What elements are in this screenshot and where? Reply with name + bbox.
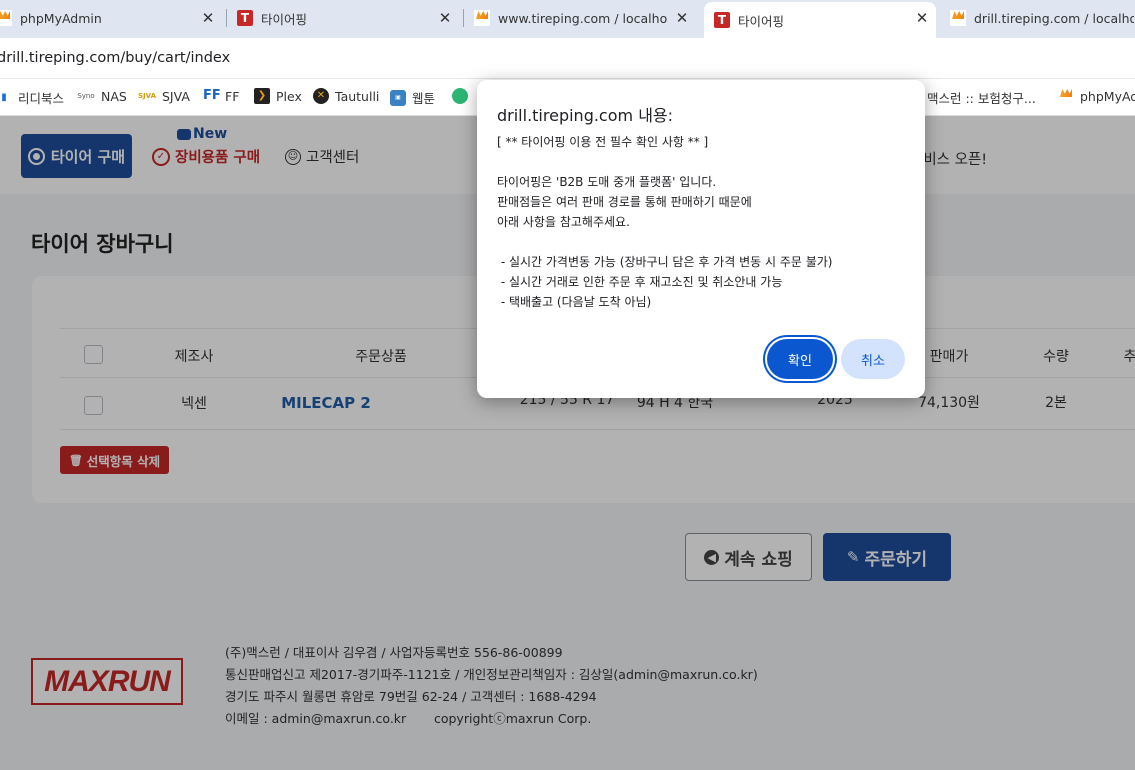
bookmark-label: Plex: [276, 88, 302, 104]
phpmyadmin-icon: [474, 10, 490, 26]
tab-title: drill.tireping.com / localhost /: [974, 10, 1134, 26]
tab-title: phpMyAdmin: [20, 10, 102, 26]
close-icon[interactable]: ✕: [914, 10, 930, 26]
tab-title: www.tireping.com / localhost /: [498, 10, 668, 26]
phpmyadmin-icon: [0, 10, 12, 26]
phpmyadmin-icon: [1058, 88, 1074, 104]
tab-tireping-active[interactable]: T 타이어핑 ✕: [704, 2, 936, 38]
tireping-icon: T: [714, 12, 730, 28]
bookmark-icon: [452, 88, 468, 104]
synology-icon: Syno: [77, 92, 95, 100]
close-icon[interactable]: ✕: [437, 10, 453, 26]
tab-phpmyadmin-2[interactable]: www.tireping.com / localhost / ✕: [474, 0, 696, 36]
bookmark-plex[interactable]: ❯ Plex: [254, 88, 302, 104]
bookmark-label: phpMyAdmin: [1080, 88, 1135, 104]
address-bar[interactable]: drill.tireping.com/buy/cart/index: [0, 38, 1135, 79]
bookmark-label: Tautulli: [335, 88, 380, 104]
close-icon[interactable]: ✕: [200, 10, 216, 26]
bookmark-green[interactable]: [452, 88, 474, 104]
bookmark-label: NAS: [101, 88, 127, 104]
bookmark-webtoon[interactable]: ▣ 웹툰: [390, 88, 435, 107]
dialog-ok-button[interactable]: 확인: [767, 339, 833, 379]
phpmyadmin-icon: [950, 10, 966, 26]
url-text[interactable]: drill.tireping.com/buy/cart/index: [0, 50, 230, 66]
dialog-title: drill.tireping.com 내용:: [497, 106, 674, 125]
bookmark-label: SJVA: [162, 88, 190, 104]
tab-separator: [226, 9, 227, 27]
webtoon-icon: ▣: [390, 89, 406, 106]
bookmark-label: 리디북스: [18, 91, 65, 106]
dialog-message: [ ** 타이어핑 이용 전 필수 확인 사항 ** ] 타이어핑은 'B2B …: [497, 135, 833, 309]
alert-dialog: drill.tireping.com 내용: [ ** 타이어핑 이용 전 필수…: [477, 80, 925, 398]
tab-phpmyadmin-1[interactable]: phpMyAdmin ✕: [0, 0, 222, 36]
tab-phpmyadmin-3[interactable]: drill.tireping.com / localhost /: [950, 0, 1135, 36]
bookmark-tautulli[interactable]: ✕ Tautulli: [313, 88, 379, 104]
ff-icon: FF: [203, 88, 221, 103]
tab-separator: [463, 9, 464, 27]
bookmark-label: 맥스런 :: 보험청구...: [927, 91, 1036, 106]
tireping-icon: T: [237, 10, 253, 26]
bookmark-label: FF: [225, 88, 240, 104]
tautulli-icon: ✕: [313, 88, 329, 104]
bookmark-label: 웹툰: [412, 91, 436, 106]
browser-tab-strip: phpMyAdmin ✕ T 타이어핑 ✕ www.tireping.com /…: [0, 0, 1135, 38]
bookmark-ridibooks[interactable]: ▮ 리디북스: [0, 88, 64, 107]
dialog-cancel-button[interactable]: 취소: [841, 339, 905, 379]
bookmark-ff[interactable]: FF FF: [203, 88, 239, 104]
ridibooks-icon: ▮: [1, 91, 7, 103]
bookmark-nas[interactable]: Syno NAS: [77, 88, 127, 104]
tab-tireping-1[interactable]: T 타이어핑 ✕: [237, 0, 459, 36]
bookmark-sjva[interactable]: SJVA SJVA: [138, 88, 190, 104]
plex-icon: ❯: [254, 88, 270, 104]
tab-title: 타이어핑: [261, 11, 308, 27]
sjva-icon: SJVA: [138, 92, 157, 100]
tab-title: 타이어핑: [738, 13, 785, 29]
close-icon[interactable]: ✕: [674, 10, 690, 26]
bookmark-maxrun[interactable]: 맥스런 :: 보험청구...: [927, 88, 1036, 107]
bookmark-phpmyadmin[interactable]: phpMyAdmin: [1058, 88, 1135, 104]
